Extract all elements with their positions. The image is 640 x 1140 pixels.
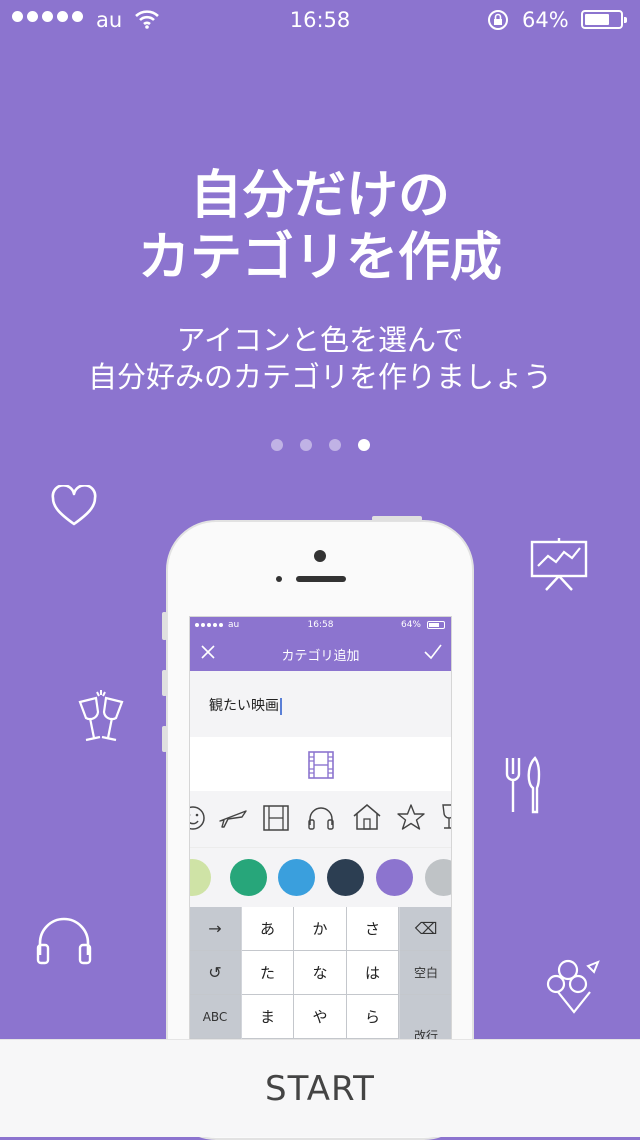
phone-power-button [372,516,422,521]
screen-status-bar: au 16:58 64% [190,617,451,634]
smile-icon[interactable] [189,805,206,831]
star-icon[interactable] [396,803,426,831]
airplane-icon[interactable] [218,805,248,831]
color-swatch-green[interactable] [230,859,267,896]
keyboard: → ↺ ABC あ か さ た な は ま や ら ⌫ 空白 改行 [190,907,451,1045]
key-ra[interactable]: ら [347,995,399,1039]
screen-nav-bar: カテゴリ追加 [190,634,451,671]
subtitle-line-1: アイコンと色を選んで [176,323,464,357]
status-bar: au 16:58 64% [0,0,640,40]
toast-glasses-icon [78,690,124,742]
page-dot-3[interactable] [328,439,341,451]
phone-screen: au 16:58 64% カテゴリ追加 観たい映画 → ↺ ABC あ か さ … [189,616,452,1046]
text-caret [280,697,282,715]
backspace-key[interactable]: ⌫ [400,907,451,951]
presentation-chart-icon [530,538,588,591]
phone-volume-up [162,670,167,696]
key-ha[interactable]: は [347,951,399,995]
category-name-value: 観たい映画 [209,698,279,714]
subtitle-line-2: 自分好みのカテゴリを作りましょう [87,360,552,394]
key-arrow[interactable]: → [190,907,241,951]
page-indicator[interactable] [0,439,640,451]
icon-preview [190,737,451,791]
key-ma[interactable]: ま [242,995,294,1039]
phone-camera [314,550,326,562]
checkmark-icon[interactable] [423,643,443,661]
flower-bouquet-icon [546,959,600,1014]
page-subtitle: アイコンと色を選んで 自分好みのカテゴリを作りましょう [0,322,640,396]
battery-percent: 64% [522,8,569,32]
start-button[interactable]: START [0,1039,640,1137]
color-swatch-blue[interactable] [278,859,315,896]
key-space[interactable]: 空白 [400,951,451,995]
page-dot-2[interactable] [299,439,312,451]
film-icon[interactable] [263,805,289,831]
phone-sensor [276,576,282,582]
screen-battery-percent: 64% [400,620,421,630]
wine-glass-icon[interactable] [440,803,452,831]
key-ta[interactable]: た [242,951,294,995]
key-sa[interactable]: さ [347,907,399,951]
color-swatch-light-green[interactable] [190,859,211,896]
page-title: 自分だけの カテゴリを作成 [0,165,640,289]
key-undo[interactable]: ↺ [190,951,241,995]
key-ka[interactable]: か [294,907,347,951]
title-line-1: 自分だけの [189,166,450,226]
key-ya[interactable]: や [294,995,347,1039]
screen-battery-icon [427,621,445,629]
icon-picker-row [190,791,451,847]
house-icon[interactable] [352,803,382,831]
phone-volume-down [162,726,167,752]
color-swatch-purple[interactable] [376,859,413,896]
title-line-2: カテゴリを作成 [137,228,502,288]
film-icon [308,751,334,779]
page-dot-4[interactable] [357,439,370,451]
page-dot-1[interactable] [270,439,283,451]
color-swatch-navy[interactable] [327,859,364,896]
color-swatch-gray[interactable] [425,859,451,896]
battery-icon [581,10,627,29]
headphones-icon [36,917,92,965]
heart-icon [51,485,97,526]
category-name-field[interactable]: 観たい映画 [190,671,451,737]
fork-knife-icon [505,756,541,814]
headphones-icon[interactable] [307,805,335,831]
key-abc[interactable]: ABC [190,995,241,1039]
color-picker-row [190,847,451,908]
phone-speaker [296,576,346,582]
phone-mute-switch [162,612,167,640]
key-a[interactable]: あ [242,907,294,951]
screen-nav-title: カテゴリ追加 [281,649,360,664]
key-na[interactable]: な [294,951,347,995]
rotation-lock-icon [488,10,508,30]
